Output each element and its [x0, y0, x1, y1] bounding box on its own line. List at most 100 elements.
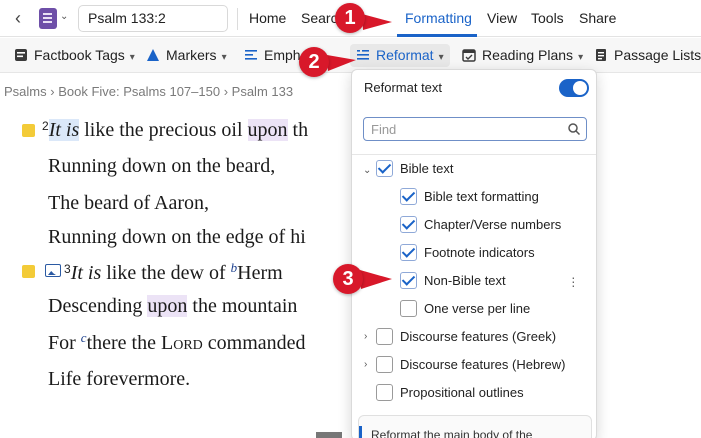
scroll-indicator — [316, 432, 342, 438]
chevron-down-icon: ▾ — [221, 52, 227, 63]
small-caps-lord: ord — [173, 332, 203, 354]
reference-box[interactable]: Psalm 133:2 — [78, 5, 228, 32]
verse-2-line-1: 2It is like the precious oil upon th — [42, 119, 308, 142]
verse-text: like the precious oil — [79, 119, 248, 141]
highlighted-word: upon — [147, 295, 188, 317]
breadcrumb-separator-icon: › — [223, 84, 232, 99]
menu-formatting[interactable]: Formatting — [405, 0, 472, 37]
verse-3-line-3: For cthere the Lord commanded — [48, 330, 306, 355]
passage-list-icon — [596, 49, 606, 61]
callout-badge-3: 3 — [333, 264, 363, 294]
chevron-left-icon[interactable]: ‹ — [8, 7, 28, 29]
divider — [352, 154, 596, 155]
reformat-panel: Reformat text ⌄ Bible text Bible text fo… — [351, 69, 597, 438]
discourse-greek-checkbox[interactable] — [376, 328, 393, 345]
callout-badge-1: 1 — [335, 3, 365, 33]
callout-badge-2: 2 — [299, 47, 329, 77]
info-box: Reformat the main body of the — [358, 415, 592, 438]
formatting-toolbar: Factbook Tags ▾ Markers ▾ Emph Reformat ▾ R… — [0, 38, 701, 73]
document-icon — [39, 8, 57, 29]
verse-text: For — [48, 332, 81, 354]
verse-2-line-2: Running down on the beard, — [48, 155, 276, 177]
menu-share[interactable]: Share — [579, 0, 616, 37]
chevron-down-icon: ⌄ — [60, 11, 69, 22]
resource-picker[interactable]: ⌄ — [36, 6, 72, 31]
chevron-right-icon[interactable]: › — [364, 359, 374, 371]
breadcrumb: Psalms › Book Five: Psalms 107–150 › Psa… — [4, 84, 293, 99]
factbook-tags-button[interactable]: Factbook Tags ▾ — [14, 44, 135, 67]
chapter-verse-numbers-checkbox[interactable] — [400, 216, 417, 233]
tag-icon — [15, 49, 27, 61]
breadcrumb-book-five[interactable]: Book Five: Psalms 107–150 — [58, 84, 220, 99]
chevron-down-icon[interactable]: ⌄ — [363, 165, 373, 177]
verse-text: the mountain — [187, 295, 298, 317]
image-icon[interactable] — [45, 264, 61, 277]
footnote-indicators-label: Footnote indicators — [424, 245, 535, 260]
verse-text: Descending — [48, 295, 148, 317]
non-bible-text-label: Non-Bible text — [424, 273, 506, 288]
search-icon — [568, 123, 581, 136]
breadcrumb-psalm-133[interactable]: Psalm 133 — [232, 84, 293, 99]
verse-2-line-3: The beard of Aaron, — [48, 192, 210, 214]
verse-text: there the L — [86, 332, 174, 354]
discourse-hebrew-label: Discourse features (Hebrew) — [400, 357, 566, 372]
menu-view[interactable]: View — [487, 0, 517, 37]
bible-text-formatting-checkbox[interactable] — [400, 188, 417, 205]
breadcrumb-separator-icon: › — [50, 84, 59, 99]
verse-number[interactable]: 2 — [42, 119, 49, 133]
italic-phrase: It is — [48, 119, 80, 141]
propositional-outlines-label: Propositional outlines — [400, 385, 524, 400]
menu-tools[interactable]: Tools — [531, 0, 564, 37]
bible-text-label: Bible text — [400, 161, 454, 176]
info-text: Reformat the main body of the — [371, 428, 533, 438]
verse-3-line-4: Life forevermore. — [48, 368, 191, 390]
verse-text: like the dew of — [101, 262, 231, 284]
info-accent-bar — [359, 426, 362, 438]
reading-plans-label: Reading Plans — [482, 47, 574, 63]
non-bible-text-checkbox[interactable] — [400, 272, 417, 289]
reformat-label: Reformat — [376, 47, 434, 63]
active-menu-indicator — [397, 34, 477, 37]
menu-home[interactable]: Home — [249, 0, 286, 37]
reformat-button[interactable]: Reformat ▾ — [350, 44, 450, 67]
chevron-down-icon: ▾ — [438, 52, 444, 63]
bible-text-formatting-label: Bible text formatting — [424, 189, 539, 204]
reading-plans-button[interactable]: Reading Plans ▾ — [462, 44, 583, 67]
propositional-outlines-checkbox[interactable] — [376, 384, 393, 401]
triangle-marker-icon — [147, 49, 159, 61]
chevron-right-icon[interactable]: › — [364, 331, 374, 343]
breadcrumb-psalms[interactable]: Psalms — [4, 84, 47, 99]
passage-lists-label: Passage Lists — [614, 47, 701, 63]
panel-title: Reformat text — [364, 80, 443, 95]
highlighted-word: upon — [247, 119, 288, 141]
discourse-hebrew-checkbox[interactable] — [376, 356, 393, 373]
note-icon[interactable] — [22, 124, 35, 137]
markers-button[interactable]: Markers ▾ — [146, 44, 227, 67]
factbook-tags-label: Factbook Tags — [34, 47, 125, 63]
verse-3-line-2: Descending upon the mountain — [48, 295, 297, 318]
verse-2-line-4: Running down on the edge of hi — [48, 226, 306, 248]
passage-lists-button[interactable]: Passage Lists — [594, 44, 701, 67]
chapter-verse-numbers-label: Chapter/Verse numbers — [424, 217, 562, 232]
discourse-greek-label: Discourse features (Greek) — [400, 329, 557, 344]
verse-text: commanded — [202, 332, 306, 354]
one-verse-per-line-checkbox[interactable] — [400, 300, 417, 317]
footnote-indicators-checkbox[interactable] — [400, 244, 417, 261]
note-icon[interactable] — [22, 265, 35, 278]
reformat-icon — [357, 50, 369, 60]
verse-number[interactable]: 3 — [64, 262, 71, 276]
markers-label: Markers — [166, 47, 217, 63]
calendar-icon — [462, 49, 476, 62]
one-verse-per-line-label: One verse per line — [424, 301, 531, 316]
bible-text-checkbox[interactable] — [376, 160, 393, 177]
emphasis-icon — [245, 50, 257, 60]
more-options-icon[interactable]: · · · — [571, 270, 576, 292]
divider — [237, 8, 238, 30]
emphasis-label: Emph — [264, 47, 301, 63]
italic-phrase: It is — [70, 262, 102, 284]
verse-text: th — [287, 119, 309, 141]
reformat-toggle[interactable] — [559, 79, 589, 97]
verse-3-line-1: 3It is like the dew of bHerm — [64, 260, 283, 285]
bible-text-pane: 2It is like the precious oil upon th Run… — [0, 112, 360, 438]
find-input[interactable] — [363, 117, 587, 141]
